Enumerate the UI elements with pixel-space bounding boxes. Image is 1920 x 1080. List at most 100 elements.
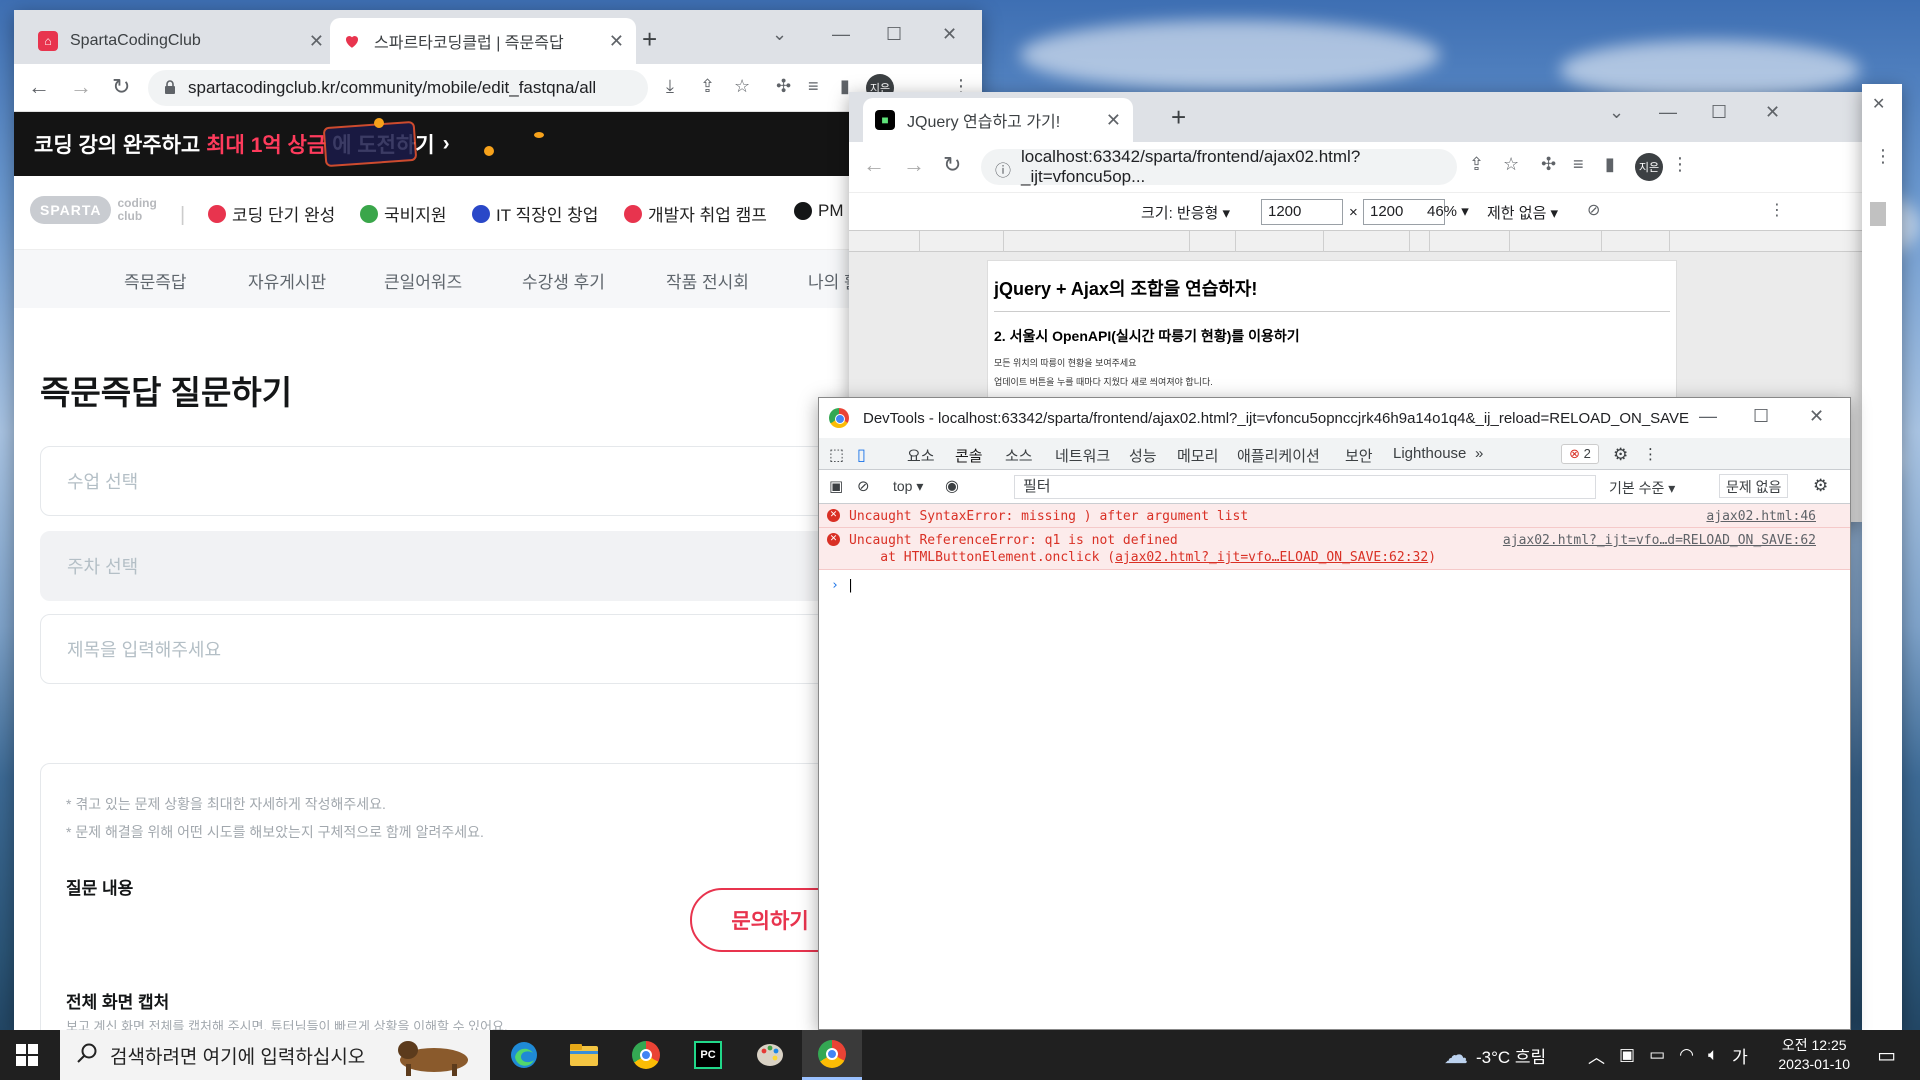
course-select[interactable]: 수업 선택 [40,446,940,516]
close-tab-icon[interactable]: ✕ [1106,110,1121,131]
throttle-select[interactable]: 제한 없음 ▾ [1487,202,1558,223]
tab-network[interactable]: 네트워크 [1055,445,1110,466]
media-icon[interactable]: ≡ [1573,154,1584,175]
media-query-ruler[interactable] [849,230,1862,252]
forward-icon[interactable]: → [903,152,925,178]
scrollbar-thumb[interactable] [1870,202,1886,226]
menu-kebab-icon[interactable]: ⋮ [1671,154,1689,175]
nav-item-short-course[interactable]: 코딩 단기 완성 [208,201,335,226]
error-count-badge[interactable]: ⊗ 2 [1561,444,1599,464]
stack-link[interactable]: ajax02.html?_ijt=vfo…ELOAD_ON_SAVE:62:32 [1115,550,1428,565]
tab-application[interactable]: 애플리케이션 [1237,445,1320,466]
close-window-icon[interactable]: ✕ [1809,406,1824,427]
close-tab-icon[interactable]: ✕ [609,31,624,52]
media-icon[interactable]: ≡ [808,76,819,97]
nav-item-gov-support[interactable]: 국비지원 [360,201,447,226]
tab-memory[interactable]: 메모리 [1177,445,1218,466]
tab-console[interactable]: 콘솔 [951,445,987,475]
notification-center-icon[interactable]: ▭ [1877,1043,1896,1068]
back-icon[interactable]: ← [863,152,885,178]
sparta-logo[interactable]: SPARTA coding club [30,196,157,224]
side-panel-icon[interactable]: ▮ [1605,154,1615,175]
tab-spartacodingclub[interactable]: ⌂ SpartaCodingClub ✕ [26,18,336,64]
source-link[interactable]: ajax02.html:46 [1706,508,1816,525]
minimize-icon[interactable]: — [832,24,850,45]
subnav-free-board[interactable]: 자유게시판 [248,268,326,293]
maximize-icon[interactable]: ☐ [886,24,902,45]
subnav-showcase[interactable]: 작품 전시회 [666,268,749,293]
tab-search-icon[interactable]: ⌄ [1609,102,1624,123]
close-window-icon[interactable]: ✕ [1765,102,1780,123]
maximize-icon[interactable]: ☐ [1711,102,1727,123]
extensions-icon[interactable]: ✣ [1541,154,1556,175]
taskbar-paint[interactable] [740,1030,800,1080]
device-menu-icon[interactable]: ⋮ [1769,200,1785,220]
nav-item-pm[interactable]: PM [794,201,844,221]
tab-lighthouse[interactable]: Lighthouse [1393,445,1466,462]
issues-button[interactable]: 문제 없음 [1719,474,1789,498]
tab-security[interactable]: 보안 [1345,445,1373,466]
nav-item-job-camp[interactable]: 개발자 취업 캠프 [624,201,767,226]
new-tab-icon[interactable]: + [642,24,657,55]
taskbar-search-box[interactable]: 검색하려면 여기에 입력하십시오 [60,1030,490,1080]
show-hidden-icons-chevron-icon[interactable]: ︿ [1588,1043,1605,1068]
meet-now-icon[interactable]: ▣ [1619,1045,1635,1065]
clear-console-icon[interactable]: ⊘ [857,477,870,495]
menu-kebab-icon[interactable]: ⋮ [1874,146,1892,167]
maximize-icon[interactable]: ☐ [1753,406,1769,427]
wifi-icon[interactable]: ◠ [1679,1045,1694,1065]
profile-avatar[interactable]: 지은 [1635,153,1663,181]
reload-icon[interactable]: ↻ [943,152,961,178]
weather-widget[interactable]: ☁ -3°C 흐림 [1444,1030,1546,1080]
tab-sources[interactable]: 소스 [1005,445,1033,466]
close-window-icon[interactable]: ✕ [942,24,957,45]
log-levels-select[interactable]: 기본 수준 ▾ [1609,478,1675,498]
minimize-icon[interactable]: — [1699,406,1717,427]
reload-icon[interactable]: ↻ [112,74,130,100]
bookmark-star-icon[interactable]: ☆ [1503,154,1519,175]
tab-jquery[interactable]: ■ JQuery 연습하고 가기! ✕ [863,98,1133,142]
subnav-fastqna[interactable]: 즉문즉답 [124,268,187,293]
close-window-icon[interactable]: ✕ [1872,94,1885,114]
console-settings-icon[interactable]: ⚙ [1813,476,1828,496]
taskbar-chrome[interactable] [616,1030,676,1080]
subnav-reviews[interactable]: 수강생 후기 [522,268,605,293]
nav-item-startup[interactable]: IT 직장인 창업 [472,201,598,226]
ime-indicator[interactable]: 가 [1732,1043,1748,1068]
windows-start-icon[interactable] [16,1044,38,1071]
address-bar[interactable]: ⓘ localhost:63342/sparta/frontend/ajax02… [981,147,1457,186]
battery-icon[interactable]: ▭ [1649,1045,1665,1065]
devtools-menu-icon[interactable]: ⋮ [1643,445,1658,463]
tab-search-icon[interactable]: ⌄ [772,24,787,45]
week-select[interactable]: 주차 선택 [40,531,940,601]
tab-performance[interactable]: 성능 [1129,445,1157,466]
new-tab-icon[interactable]: + [1171,102,1186,133]
more-tabs-icon[interactable]: » [1475,445,1483,462]
tab-fastqna[interactable]: 스파르타코딩클럽 | 즉문즉답 ✕ [330,18,636,64]
rotate-icon[interactable]: ⊘ [1587,200,1600,220]
forward-icon[interactable]: → [70,74,92,100]
dimensions-select[interactable]: 크기: 반응형 ▾ [1141,202,1230,223]
share-icon[interactable]: ⇪ [1469,154,1484,175]
taskbar-clock[interactable]: 오전 12:25 2023-01-10 [1778,1036,1850,1074]
minimize-icon[interactable]: — [1659,102,1677,123]
zoom-select[interactable]: 46% ▾ [1427,202,1469,220]
device-toggle-icon[interactable]: ▯ [857,445,866,465]
volume-icon[interactable]: 🔈︎ [1708,1045,1718,1065]
share-icon[interactable]: ⇪ [700,76,715,97]
address-bar[interactable]: spartacodingclub.kr/community/mobile/edi… [148,70,648,106]
inspect-element-icon[interactable]: ⬚ [829,445,844,465]
source-link[interactable]: ajax02.html?_ijt=vfo…d=RELOAD_ON_SAVE:62 [1503,532,1816,549]
bookmark-star-icon[interactable]: ☆ [734,76,750,97]
install-icon[interactable]: ⤓ [666,76,674,97]
live-expression-eye-icon[interactable]: ◉ [945,476,959,496]
promo-banner[interactable]: 코딩 강의 완주하고 최대 1억 상금 에 도전하기 › [14,112,982,176]
console-filter-input[interactable]: 필터 [1014,475,1596,499]
context-select[interactable]: top ▾ [893,478,923,495]
close-tab-icon[interactable]: ✕ [309,31,324,52]
tab-elements[interactable]: 요소 [907,445,935,466]
sidebar-toggle-icon[interactable]: ▣ [829,477,843,495]
taskbar-edge[interactable] [494,1030,554,1080]
subnav-awards[interactable]: 큰일어워즈 [384,268,462,293]
console-prompt[interactable]: › | [819,570,1850,601]
